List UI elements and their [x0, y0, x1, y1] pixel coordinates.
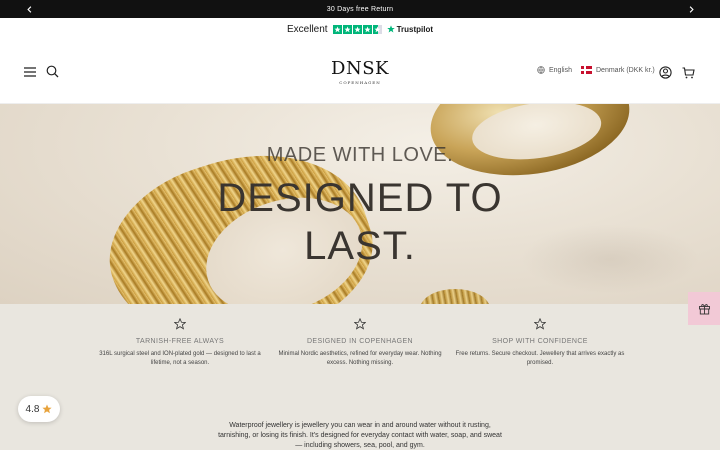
trustpilot-widget[interactable]: Excellent Trustpilot — [0, 18, 720, 40]
rating-value: 4.8 — [25, 403, 40, 415]
trustpilot-stars — [332, 24, 382, 34]
gift-icon — [698, 304, 710, 315]
feature-item: SHOP WITH CONFIDENCE Free returns. Secur… — [450, 318, 630, 368]
trustpilot-star-icon — [352, 24, 362, 34]
hero-headline: DESIGNED TO LAST. — [217, 176, 503, 268]
chevron-left-icon — [26, 5, 31, 13]
trustpilot-star-icon — [342, 24, 352, 34]
announcement-prev-button[interactable] — [20, 0, 38, 18]
announcement-bar: 30 Days free Return — [0, 0, 720, 18]
globe-icon — [537, 66, 545, 74]
feature-title: TARNISH-FREE ALWAYS — [135, 338, 225, 345]
brand-logo[interactable]: DNSK COPENHAGEN — [325, 58, 395, 85]
language-label: English — [549, 66, 572, 74]
cart-button[interactable] — [681, 65, 696, 80]
announcement-next-button[interactable] — [682, 0, 700, 18]
language-selector[interactable]: English — [537, 66, 572, 74]
star-outline-icon — [174, 318, 186, 330]
reviews-rating-badge[interactable]: 4.8 — [18, 396, 60, 422]
star-icon — [42, 404, 53, 414]
hero-banner[interactable]: MADE WITH LOVE. DESIGNED TO LAST. — [0, 104, 720, 304]
star-outline-icon — [354, 318, 366, 330]
menu-button[interactable] — [22, 64, 38, 80]
trustpilot-rating-word: Excellent — [286, 23, 328, 35]
trustpilot-half-star-icon — [372, 24, 382, 34]
search-button[interactable] — [44, 63, 61, 80]
hero-small-ring-image — [420, 289, 490, 304]
account-button[interactable] — [658, 65, 673, 80]
site-header: DNSK COPENHAGEN English Denmark (DKK kr.… — [0, 40, 720, 104]
feature-item: TARNISH-FREE ALWAYS 316L surgical steel … — [90, 318, 270, 368]
hero-shadow — [520, 224, 700, 294]
star-outline-icon — [534, 318, 546, 330]
feature-title: SHOP WITH CONFIDENCE — [492, 338, 588, 345]
gift-tab-button[interactable] — [688, 292, 720, 325]
denmark-flag-icon — [581, 66, 592, 74]
intro-paragraph: Waterproof jewellery is jewellery you ca… — [218, 422, 502, 449]
feature-description: Free returns. Secure checkout. Jewellery… — [455, 351, 625, 366]
chevron-right-icon — [689, 5, 694, 13]
hero-kicker: MADE WITH LOVE. — [266, 144, 454, 166]
logo-wordmark: DNSK — [331, 58, 389, 79]
logo-subtitle: COPENHAGEN — [339, 80, 381, 85]
account-icon — [659, 66, 672, 79]
menu-icon — [24, 67, 36, 77]
search-icon — [46, 65, 59, 78]
trustpilot-star-icon — [332, 24, 342, 34]
feature-description: Minimal Nordic aesthetics, refined for e… — [278, 351, 442, 366]
trustpilot-logo: Trustpilot — [386, 24, 434, 34]
announcement-text: 30 Days free Return — [326, 5, 394, 13]
country-selector[interactable]: Denmark (DKK kr.) — [581, 66, 655, 74]
country-label: Denmark (DKK kr.) — [596, 66, 655, 74]
feature-description: 316L surgical steel and ION-plated gold … — [99, 351, 261, 366]
trustpilot-logo-star-icon — [386, 25, 395, 33]
feature-item: DESIGNED IN COPENHAGEN Minimal Nordic ae… — [270, 318, 450, 368]
trustpilot-brand: Trustpilot — [396, 24, 434, 34]
feature-title: DESIGNED IN COPENHAGEN — [306, 338, 414, 345]
cart-icon — [682, 66, 695, 78]
trustpilot-star-icon — [362, 24, 372, 34]
